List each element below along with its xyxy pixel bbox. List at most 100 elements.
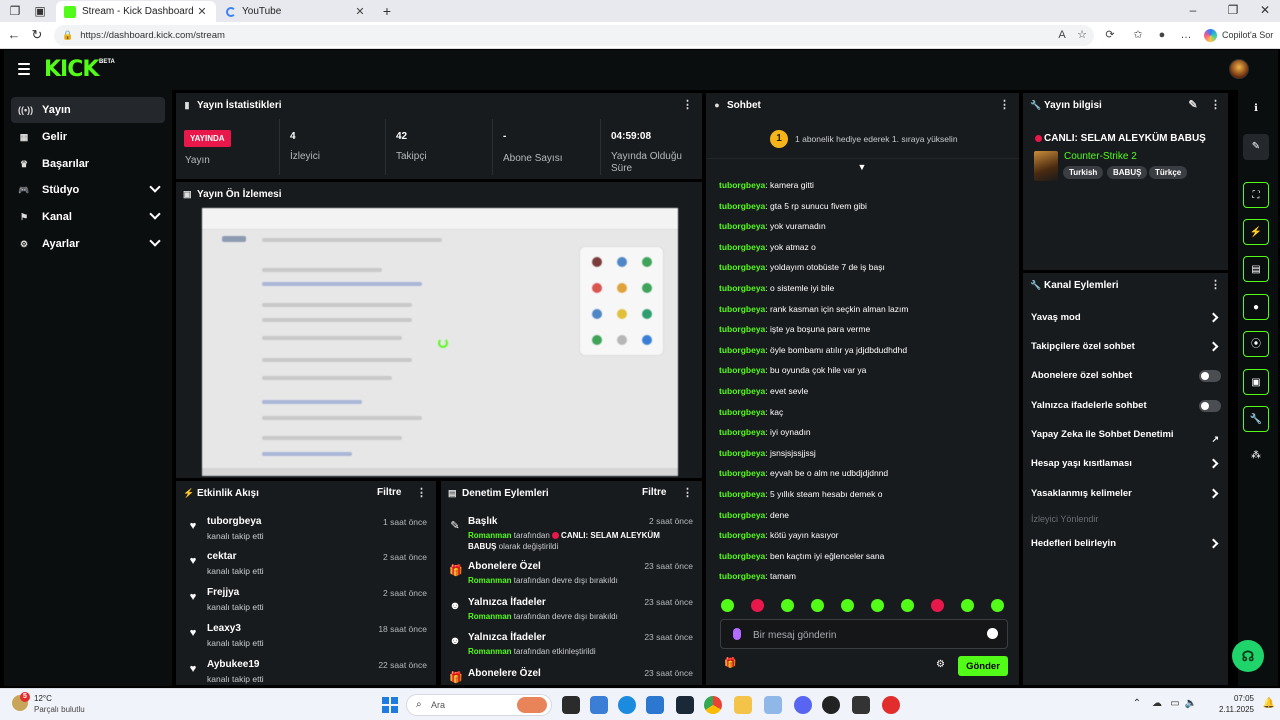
file-explorer-icon[interactable]: [734, 696, 752, 714]
weather-widget[interactable]: 5 12°C Parçalı bulutlu: [12, 692, 102, 717]
more-options-icon[interactable]: ⋮: [999, 99, 1010, 111]
subscribers-only-toggle[interactable]: [1199, 370, 1221, 382]
new-tab-icon[interactable]: +: [380, 4, 394, 18]
action-banned-words[interactable]: Yasaklanmış kelimeler: [1031, 484, 1221, 504]
more-options-icon[interactable]: ⋮: [682, 487, 693, 499]
chat-username[interactable]: tuborgbeya: [719, 345, 765, 355]
follower-name[interactable]: cektar: [207, 551, 236, 562]
chat-settings-icon[interactable]: ⚙: [936, 659, 945, 670]
follower-name[interactable]: Aybukee19: [207, 659, 259, 670]
broadcast-icon[interactable]: ⦿: [1243, 331, 1269, 357]
taskbar-search[interactable]: ⌕ Ara: [406, 694, 552, 716]
favorites-icon[interactable]: ✩: [1130, 27, 1146, 43]
chat-username[interactable]: tuborgbeya: [719, 448, 765, 458]
copilot-button[interactable]: Copilot'a Sor: [1204, 26, 1273, 44]
wrench-icon[interactable]: 🔧: [1243, 406, 1269, 432]
chat-username[interactable]: tuborgbeya: [719, 530, 765, 540]
action-ai-moderation[interactable]: Yapay Zeka ile Sohbet Denetimi ↗: [1031, 425, 1221, 445]
chat-username[interactable]: tuborgbeya: [719, 180, 765, 190]
chat-username[interactable]: tuborgbeya: [719, 324, 765, 334]
emote-icon[interactable]: [991, 599, 1004, 612]
chat-icon[interactable]: ●: [1243, 294, 1269, 320]
avatar[interactable]: [1229, 59, 1249, 79]
edit-pencil-icon[interactable]: ✎: [1188, 99, 1198, 111]
send-button[interactable]: Gönder: [958, 656, 1008, 676]
profile-icon[interactable]: ●: [1154, 27, 1170, 43]
chat-username[interactable]: tuborgbeya: [719, 365, 765, 375]
filter-button[interactable]: Filtre: [377, 487, 401, 498]
back-arrow-icon[interactable]: ←: [6, 27, 22, 43]
app-icon[interactable]: [764, 696, 782, 714]
edit-icon[interactable]: ✎: [1243, 134, 1269, 160]
follower-name[interactable]: Frejjya: [207, 587, 239, 598]
collapse-icon[interactable]: ▼: [856, 162, 868, 172]
chat-username[interactable]: tuborgbeya: [719, 468, 765, 478]
sidebar-item-channel[interactable]: ⚑ Kanal: [11, 204, 165, 230]
action-followers-only[interactable]: Takipçilere özel sohbet: [1031, 337, 1221, 357]
info-icon[interactable]: ℹ: [1243, 96, 1269, 122]
game-cover-image[interactable]: [1034, 151, 1058, 181]
sidebar-item-studio[interactable]: 🎮 Stüdyo: [11, 177, 165, 203]
sidebar-item-revenue[interactable]: ▦ Gelir: [11, 124, 165, 150]
browser-tab-kick[interactable]: Stream - Kick Dashboard ✕: [56, 1, 216, 22]
emote-icon[interactable]: [961, 599, 974, 612]
speaker-icon[interactable]: 🔈: [1184, 698, 1198, 709]
filter-button[interactable]: Filtre: [642, 487, 666, 498]
chat-username[interactable]: tuborgbeya: [719, 283, 765, 293]
cloud-icon[interactable]: ☁: [1150, 698, 1164, 709]
gift-leaderboard-banner[interactable]: 1 1 abonelik hediye ederek 1. sıraya yük…: [706, 119, 1019, 159]
gift-icon[interactable]: 🎁: [724, 658, 736, 669]
notifications-icon[interactable]: 🔔: [1262, 698, 1276, 709]
follower-name[interactable]: Leaxy3: [207, 623, 241, 634]
chat-message-input[interactable]: [753, 626, 973, 644]
sidebar-item-achievements[interactable]: ♛ Başarılar: [11, 151, 165, 177]
follower-name[interactable]: tuborgbeya: [207, 516, 261, 527]
taskbar-clock[interactable]: 07:05 2.11.2025: [1210, 693, 1254, 715]
kick-logo[interactable]: KICK: [44, 57, 99, 82]
refresh-extension-icon[interactable]: ⟳: [1102, 27, 1118, 43]
lightning-icon[interactable]: ⚡: [1243, 219, 1269, 245]
chat-username[interactable]: tuborgbeya: [719, 221, 765, 231]
network-icon[interactable]: ▭: [1168, 698, 1182, 709]
reload-icon[interactable]: ↻: [29, 27, 45, 43]
tab-actions-icon[interactable]: ▣: [33, 4, 47, 18]
emotes-only-toggle[interactable]: [1199, 400, 1221, 412]
close-tab-icon[interactable]: ✕: [354, 5, 366, 18]
emote-icon[interactable]: [721, 599, 734, 612]
emote-icon[interactable]: [871, 599, 884, 612]
more-options-icon[interactable]: ⋮: [1210, 279, 1221, 291]
chat-username[interactable]: tuborgbeya: [719, 427, 765, 437]
action-slow-mode[interactable]: Yavaş mod: [1031, 308, 1221, 328]
chrome-icon[interactable]: [704, 696, 722, 714]
app-icon[interactable]: [882, 696, 900, 714]
action-set-goals[interactable]: Hedefleri belirleyin: [1031, 534, 1221, 554]
obs-icon[interactable]: [852, 696, 870, 714]
chat-username[interactable]: tuborgbeya: [719, 242, 765, 252]
steam-icon[interactable]: [676, 696, 694, 714]
edge-browser-icon[interactable]: [618, 696, 636, 714]
microphone-icon[interactable]: [733, 628, 741, 640]
chat-username[interactable]: tuborgbeya: [719, 510, 765, 520]
chat-username[interactable]: tuborgbeya: [719, 407, 765, 417]
more-options-icon[interactable]: ⋮: [416, 487, 427, 499]
favorite-star-icon[interactable]: ☆: [1074, 27, 1090, 43]
emote-icon[interactable]: [811, 599, 824, 612]
address-bar[interactable]: 🔒 https://dashboard.kick.com/stream: [54, 25, 1094, 46]
emote-icon[interactable]: [751, 599, 764, 612]
chat-username[interactable]: tuborgbeya: [719, 551, 765, 561]
action-account-age[interactable]: Hesap yaşı kısıtlaması: [1031, 454, 1221, 474]
workspaces-icon[interactable]: ❐: [8, 4, 22, 18]
notes-icon[interactable]: ▤: [1243, 256, 1269, 282]
screenshot-icon[interactable]: ⛶: [1243, 182, 1269, 208]
emote-icon[interactable]: [901, 599, 914, 612]
more-menu-icon[interactable]: …: [1178, 27, 1194, 43]
chat-username[interactable]: tuborgbeya: [719, 262, 765, 272]
stream-preview-video[interactable]: [202, 208, 678, 476]
emoji-picker-icon[interactable]: [987, 628, 998, 639]
read-aloud-icon[interactable]: A: [1054, 27, 1070, 43]
windows-start-icon[interactable]: [382, 697, 398, 713]
menu-icon[interactable]: [18, 63, 30, 75]
app-icon[interactable]: [590, 696, 608, 714]
sidebar-item-settings[interactable]: ⚙ Ayarlar: [11, 231, 165, 257]
emote-icon[interactable]: [781, 599, 794, 612]
